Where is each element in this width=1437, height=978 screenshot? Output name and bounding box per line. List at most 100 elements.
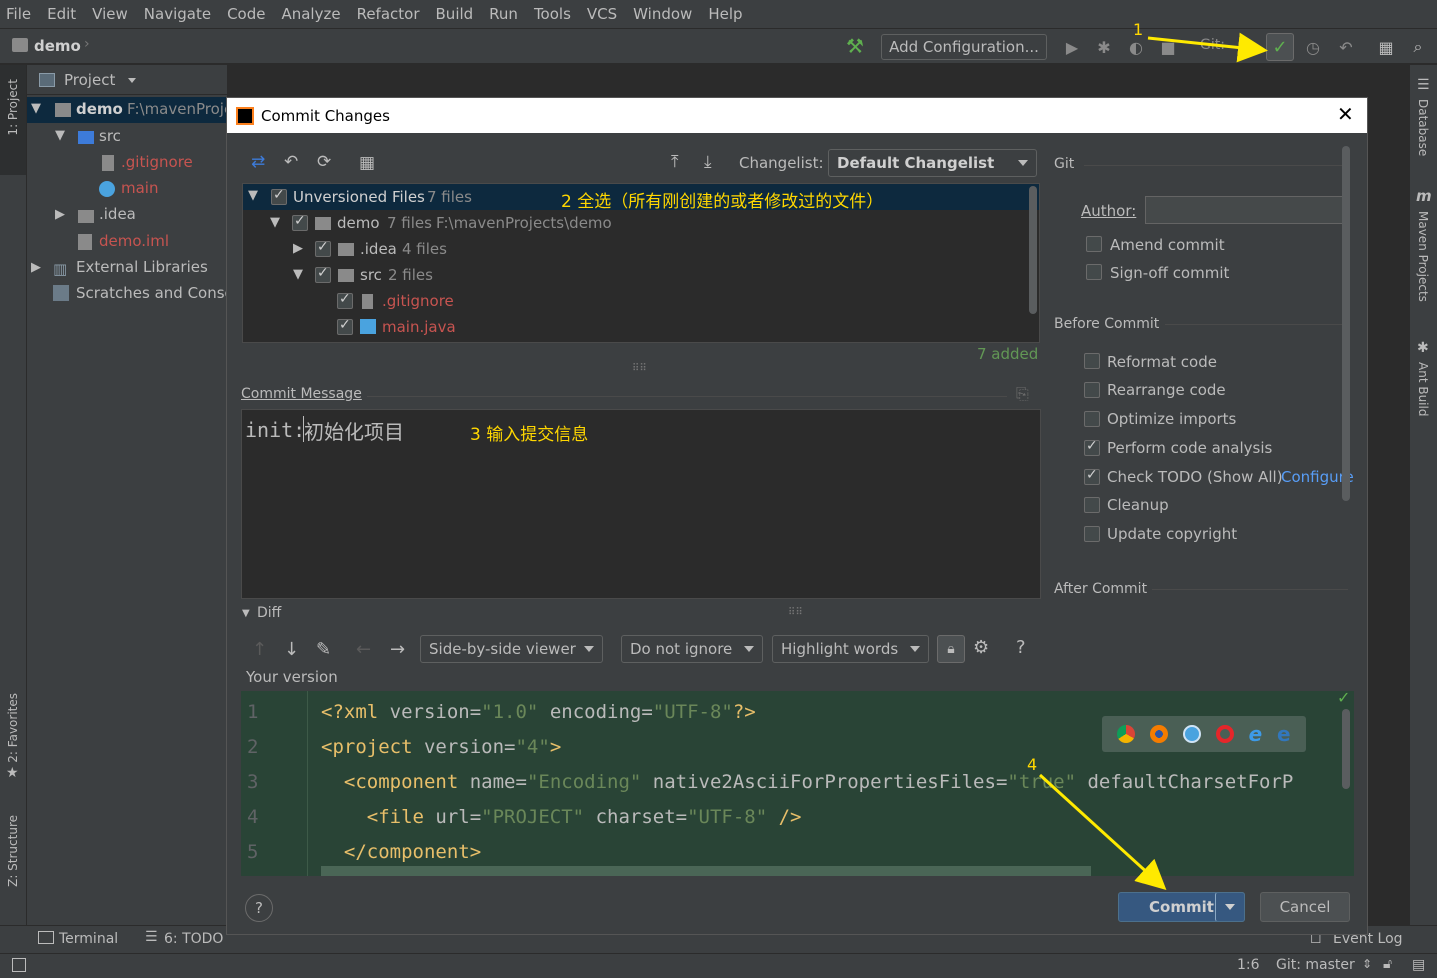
project-panel-title[interactable]: Project (64, 71, 115, 89)
amend-checkbox[interactable] (1086, 236, 1102, 252)
safari-icon[interactable] (1182, 725, 1201, 743)
demo-label[interactable]: demo (337, 214, 380, 232)
menu-item-edit[interactable]: Edit (47, 5, 76, 23)
demo-checkbox[interactable] (292, 213, 308, 231)
highlight-select[interactable]: Highlight words (772, 635, 929, 663)
debug-icon[interactable]: ✱ (1094, 37, 1114, 57)
ie-icon[interactable]: e (1249, 722, 1263, 746)
tab-project[interactable]: 1: Project (6, 79, 20, 136)
tree-toggle-icon[interactable]: ▼ (270, 215, 280, 230)
gitignore-label[interactable]: .gitignore (382, 292, 454, 310)
tab-ant-build[interactable]: Ant Build (1416, 362, 1430, 416)
stop-icon[interactable]: ■ (1158, 37, 1178, 57)
compare-icon[interactable]: ⇄ (251, 152, 265, 172)
signoff-label[interactable]: Sign-off commit (1110, 264, 1229, 282)
opera-icon[interactable] (1215, 725, 1234, 743)
prev-file-icon[interactable]: ← (356, 639, 371, 660)
git-commit-icon[interactable]: ✓ (1266, 33, 1294, 61)
expand-all-icon[interactable]: ⤒ (671, 152, 679, 172)
signoff-checkbox[interactable] (1086, 264, 1102, 280)
tab-maven-projects[interactable]: Maven Projects (1416, 211, 1430, 302)
cleanup-label[interactable]: Cleanup (1107, 496, 1169, 514)
update-copyright-label[interactable]: Update copyright (1107, 525, 1237, 543)
menu-item-navigate[interactable]: Navigate (144, 5, 211, 23)
next-diff-icon[interactable]: ↓ (284, 639, 299, 660)
update-copyright-checkbox[interactable] (1084, 526, 1100, 542)
project-structure-icon[interactable]: ▦ (1376, 37, 1396, 57)
tree-toggle-icon[interactable]: ▼ (293, 267, 303, 282)
menu-item-file[interactable]: File (6, 5, 31, 23)
tree-item-external-libraries[interactable]: External Libraries (76, 258, 208, 276)
changelist-select[interactable]: Default Changelist (828, 149, 1037, 177)
idea-label[interactable]: .idea (360, 240, 397, 258)
menu-item-analyze[interactable]: Analyze (281, 5, 340, 23)
memory-icon[interactable]: ▤ (1412, 957, 1425, 973)
run-icon[interactable]: ▶ (1062, 37, 1082, 57)
code-analysis-checkbox[interactable] (1084, 438, 1100, 456)
next-file-icon[interactable]: → (390, 639, 405, 660)
reformat-label[interactable]: Reformat code (1107, 353, 1217, 371)
optimize-imports-label[interactable]: Optimize imports (1107, 410, 1236, 428)
close-icon[interactable]: ✕ (1337, 102, 1354, 126)
optimize-imports-checkbox[interactable] (1084, 411, 1100, 427)
history-icon[interactable]: ◷ (1303, 37, 1323, 57)
tree-toggle-icon[interactable]: ▶ (293, 241, 303, 256)
author-input[interactable] (1145, 196, 1348, 224)
viewer-select[interactable]: Side-by-side viewer (420, 635, 603, 663)
menu-item-build[interactable]: Build (436, 5, 474, 23)
gitignore-checkbox[interactable] (337, 291, 353, 309)
tab-database[interactable]: Database (1416, 99, 1430, 156)
lock-scroll-icon[interactable]: 🔒︎ (937, 635, 965, 663)
tool-windows-icon[interactable] (12, 958, 26, 972)
help-icon[interactable]: ? (1016, 637, 1026, 658)
menu-item-run[interactable]: Run (489, 5, 518, 23)
options-scrollbar[interactable] (1342, 146, 1350, 501)
rearrange-label[interactable]: Rearrange code (1107, 381, 1226, 399)
tree-toggle-icon[interactable]: ▼ (55, 128, 65, 143)
cleanup-checkbox[interactable] (1084, 497, 1100, 513)
src-label[interactable]: src (360, 266, 382, 284)
amend-label[interactable]: Amend commit (1110, 236, 1225, 254)
idea-checkbox[interactable] (315, 239, 331, 257)
diff-toggle-icon[interactable]: ▼ (242, 608, 250, 619)
horizontal-scrollbar[interactable] (321, 866, 1091, 876)
main-checkbox[interactable] (337, 317, 353, 335)
tree-item-gitignore[interactable]: .gitignore (121, 153, 193, 171)
prev-diff-icon[interactable]: ↑ (252, 639, 267, 660)
tab-structure[interactable]: Z: Structure (6, 815, 20, 887)
src-checkbox[interactable] (315, 265, 331, 283)
collapse-all-icon[interactable]: ⤓ (704, 152, 712, 172)
rollback-icon[interactable]: ↶ (284, 152, 298, 172)
dialog-help-button[interactable]: ? (245, 894, 273, 922)
whitespace-select[interactable]: Do not ignore (621, 635, 763, 663)
add-configuration-button[interactable]: Add Configuration... (881, 34, 1047, 60)
menu-item-tools[interactable]: Tools (534, 5, 571, 23)
code-analysis-label[interactable]: Perform code analysis (1107, 439, 1272, 457)
unversioned-checkbox[interactable] (271, 187, 287, 205)
splitter-handle[interactable]: ⠿⠿ (788, 607, 803, 618)
git-update-icon[interactable]: ↙ (1236, 37, 1256, 57)
tree-toggle-icon[interactable]: ▶ (55, 207, 65, 222)
menu-item-code[interactable]: Code (227, 5, 265, 23)
tab-todo[interactable]: 6: TODO (164, 931, 223, 947)
tree-item-main[interactable]: main (121, 179, 158, 197)
tree-toggle-icon[interactable]: ▼ (31, 101, 41, 116)
menu-item-help[interactable]: Help (708, 5, 742, 23)
tab-favorites[interactable]: 2: Favorites (6, 693, 20, 763)
refresh-icon[interactable]: ⟳ (317, 152, 331, 172)
rearrange-checkbox[interactable] (1084, 382, 1100, 398)
cancel-button[interactable]: Cancel (1260, 892, 1350, 922)
lock-icon[interactable]: 🔓︎ (1383, 956, 1392, 972)
reformat-checkbox[interactable] (1084, 353, 1100, 369)
tree-item-src[interactable]: src (99, 127, 121, 145)
tree-item-idea[interactable]: .idea (99, 205, 136, 223)
search-icon[interactable]: ⌕ (1408, 37, 1428, 57)
check-todo-label[interactable]: Check TODO (Show All) (1107, 468, 1283, 486)
tree-toggle-icon[interactable]: ▶ (31, 260, 41, 275)
tree-item-demo-iml[interactable]: demo.iml (99, 232, 169, 250)
git-branch[interactable]: Git: master (1276, 957, 1355, 973)
tree-item-demo[interactable]: demo (76, 100, 123, 118)
main-java-label[interactable]: main.java (382, 318, 456, 336)
menu-item-window[interactable]: Window (633, 5, 692, 23)
coverage-icon[interactable]: ◐ (1126, 37, 1146, 57)
